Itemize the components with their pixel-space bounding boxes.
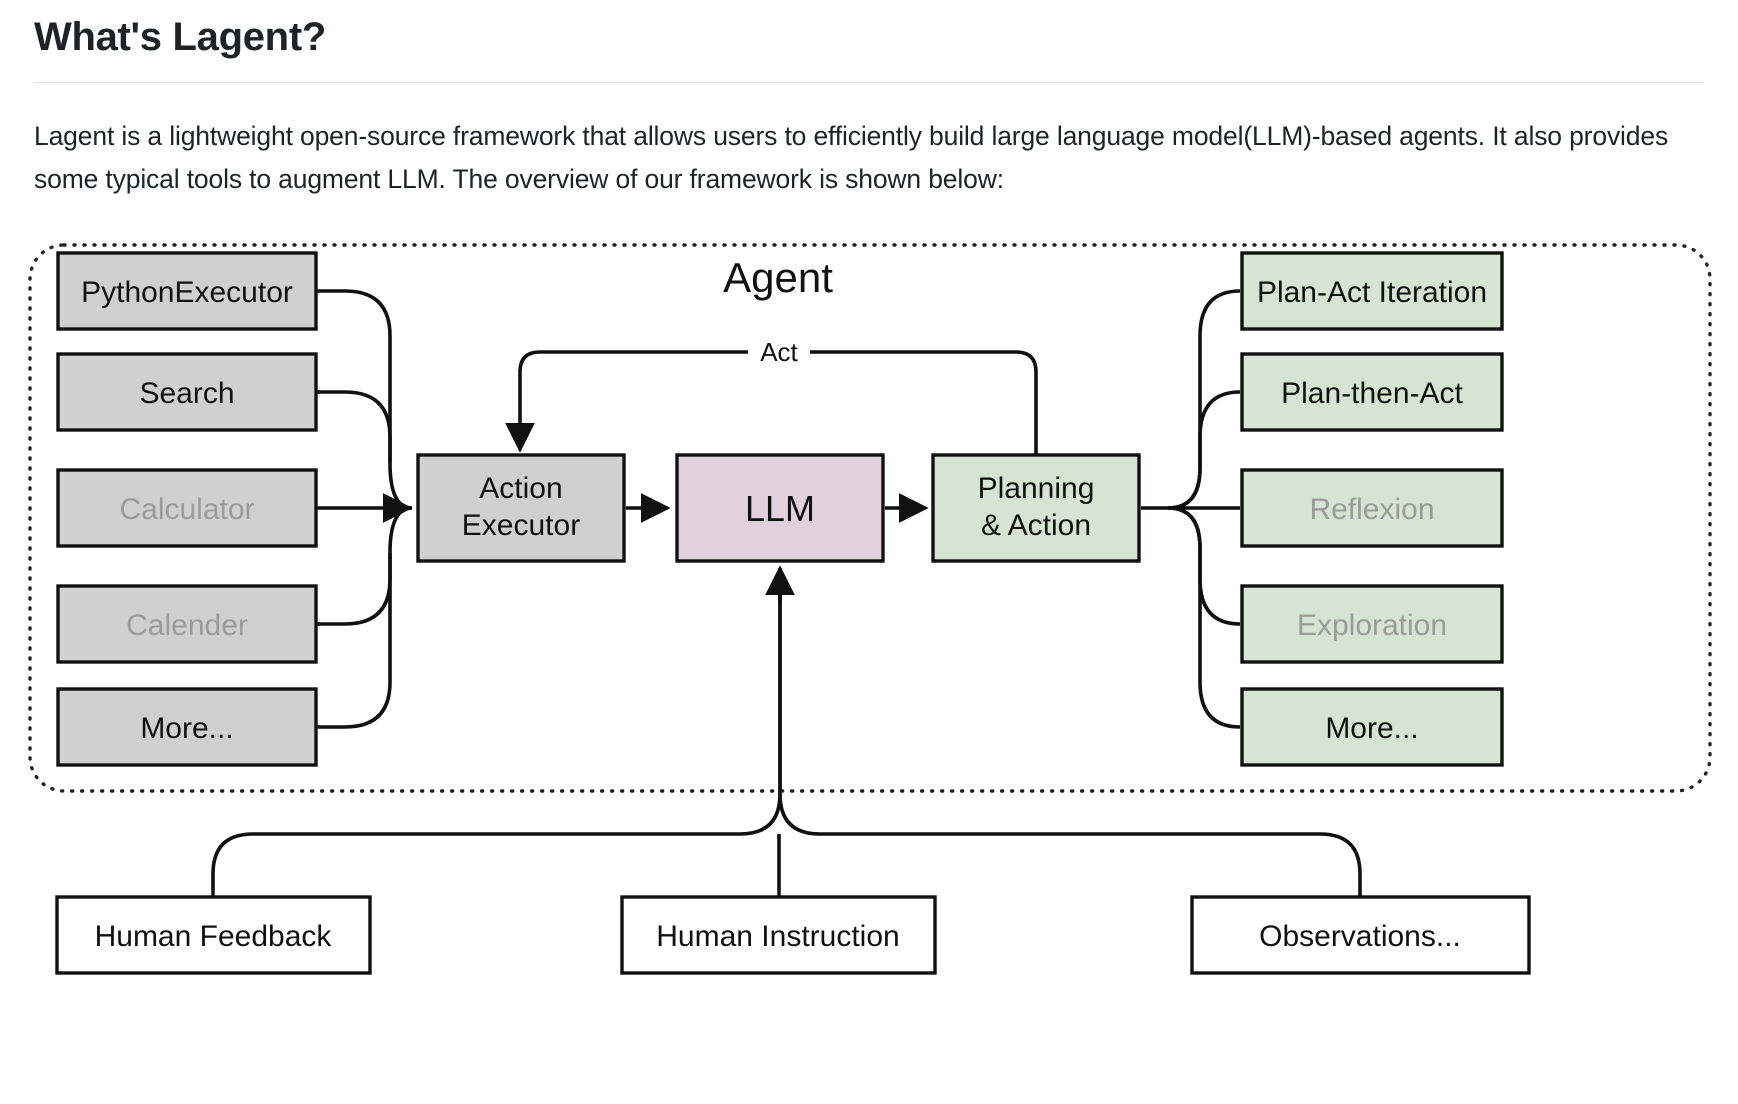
strategy-label: Exploration [1297, 609, 1447, 642]
core-label-line1: Action [479, 472, 562, 505]
tool-label: PythonExecutor [81, 276, 293, 309]
tool-box-calculator[interactable]: Calculator [56, 468, 318, 548]
tool-box-more[interactable]: More... [56, 687, 318, 767]
input-box-human-feedback[interactable]: Human Feedback [55, 895, 372, 975]
strategy-box-reflexion[interactable]: Reflexion [1240, 468, 1504, 548]
core-label-line2: & Action [981, 509, 1091, 542]
input-label: Observations... [1259, 920, 1461, 953]
core-box-action-executor[interactable]: Action Executor [416, 453, 626, 563]
input-label: Human Instruction [656, 920, 899, 953]
act-feedback-edge [518, 350, 1038, 455]
strategy-box-exploration[interactable]: Exploration [1240, 584, 1504, 664]
input-box-group: Human Feedback Human Instruction Observa… [55, 895, 1531, 975]
strategy-box-more[interactable]: More... [1240, 687, 1504, 767]
core-label-line2: Executor [462, 509, 580, 542]
strategy-box-plan-act-iteration[interactable]: Plan-Act Iteration [1240, 251, 1504, 331]
input-label: Human Feedback [95, 920, 333, 953]
input-box-observations[interactable]: Observations... [1190, 895, 1531, 975]
tool-label: Calculator [119, 493, 254, 526]
core-label-line1: LLM [745, 488, 815, 529]
page-root: What's Lagent? Lagent is a lightweight o… [0, 0, 1738, 1104]
tool-box-calender[interactable]: Calender [56, 584, 318, 664]
tool-box-pythonexecutor[interactable]: PythonExecutor [56, 251, 318, 331]
tools-to-executor-connectors [316, 289, 413, 729]
act-edge-label: Act [760, 337, 798, 367]
strategy-label: Plan-then-Act [1281, 377, 1463, 410]
title-divider [34, 82, 1704, 83]
core-box-planning-action[interactable]: Planning & Action [931, 453, 1141, 563]
framework-overview-diagram: Agent PythonExecutor Search Calculator C… [0, 206, 1738, 1104]
strategy-label: Plan-Act Iteration [1257, 276, 1487, 309]
tool-box-group: PythonExecutor Search Calculator Calende… [56, 251, 318, 767]
core-label-line1: Planning [978, 472, 1095, 505]
core-box-llm[interactable]: LLM [675, 453, 885, 563]
agent-group-label: Agent [723, 254, 833, 301]
core-pipeline: Action Executor LLM Planning & Action [416, 453, 1141, 563]
tool-label: More... [140, 712, 233, 745]
tool-label: Search [139, 377, 234, 410]
intro-paragraph: Lagent is a lightweight open-source fram… [34, 121, 1669, 194]
inputs-to-llm-connectors [211, 572, 1362, 897]
strategy-box-plan-then-act[interactable]: Plan-then-Act [1240, 352, 1504, 432]
document-body: What's Lagent? Lagent is a lightweight o… [0, 0, 1738, 201]
strategy-label: More... [1325, 712, 1418, 745]
strategy-box-group: Plan-Act Iteration Plan-then-Act Reflexi… [1240, 251, 1504, 767]
page-title: What's Lagent? [34, 15, 326, 59]
tool-box-search[interactable]: Search [56, 352, 318, 432]
input-box-human-instruction[interactable]: Human Instruction [620, 895, 937, 975]
strategy-label: Reflexion [1309, 493, 1434, 526]
planning-to-strategies-connectors [1141, 289, 1241, 729]
tool-label: Calender [126, 609, 248, 642]
